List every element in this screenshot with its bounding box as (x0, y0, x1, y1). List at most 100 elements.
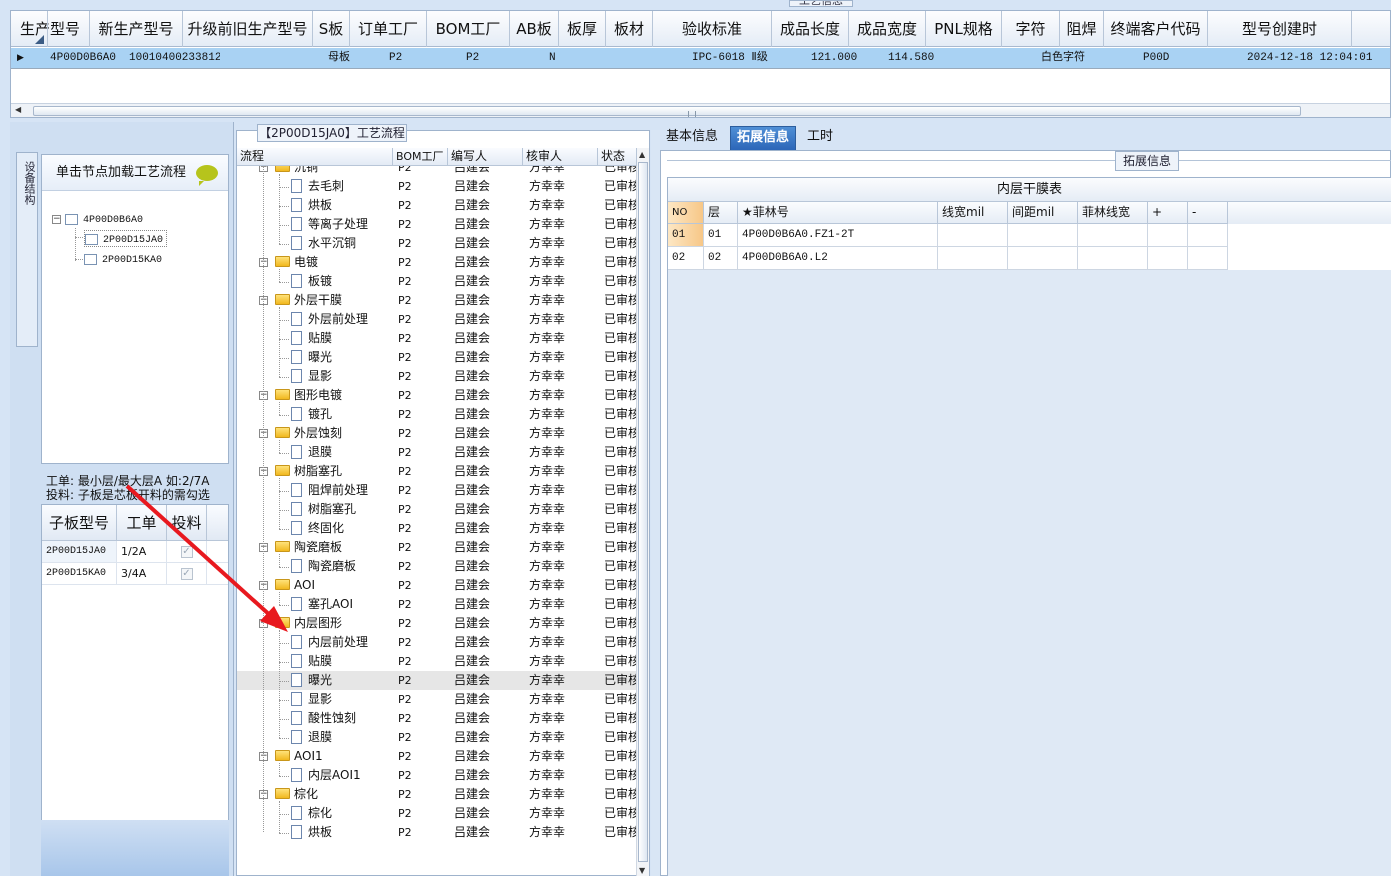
col-status[interactable]: 状态 (598, 148, 637, 165)
inner-col-header[interactable]: 间距mil (1008, 202, 1078, 224)
col-header[interactable]: 型号创建时 (1208, 11, 1352, 47)
process-group-row[interactable]: − 图形电镀 P2 吕建会 方幸幸 已审核 (237, 386, 637, 405)
table-cell[interactable] (1097, 48, 1141, 68)
process-step-row[interactable]: 陶瓷磨板 P2 吕建会 方幸幸 已审核 (237, 557, 637, 576)
inner-cell[interactable]: 4P00D0B6A0.L2 (738, 247, 938, 270)
col-header[interactable]: S板 (313, 11, 350, 47)
inner-cell[interactable] (1008, 247, 1078, 270)
process-step-row[interactable]: 镀孔 P2 吕建会 方幸幸 已审核 (237, 405, 637, 424)
inner-cell[interactable] (938, 247, 1008, 270)
col-header[interactable]: 字符 (1002, 11, 1060, 47)
scrollbar-thumb[interactable] (638, 162, 648, 862)
inner-cell[interactable] (1078, 247, 1148, 270)
col-header[interactable]: 成品宽度 (849, 11, 926, 47)
table-cell[interactable]: 白色字符 (1039, 48, 1097, 68)
col-bom-factory[interactable]: BOM工厂 (393, 148, 448, 165)
process-group-row[interactable]: − 电镀 P2 吕建会 方幸幸 已审核 (237, 253, 637, 272)
process-group-row[interactable]: − 外层蚀刻 P2 吕建会 方幸幸 已审核 (237, 424, 637, 443)
process-group-row[interactable]: − 内层图形 P2 吕建会 方幸幸 已审核 (237, 614, 637, 633)
table-cell[interactable] (643, 48, 690, 68)
scroll-left-icon[interactable]: ◀ (15, 105, 21, 114)
process-step-row[interactable]: 贴膜 P2 吕建会 方幸幸 已审核 (237, 652, 637, 671)
inner-cell[interactable]: 01 (668, 224, 704, 247)
col-header[interactable]: 板材 (606, 11, 653, 47)
process-step-row[interactable]: 酸性蚀刻 P2 吕建会 方幸幸 已审核 (237, 709, 637, 728)
col-header[interactable]: BOM工厂 (427, 11, 510, 47)
col-header[interactable]: 新生产型号 (90, 11, 183, 47)
process-step-row[interactable]: 终固化 P2 吕建会 方幸幸 已审核 (237, 519, 637, 538)
table-cell[interactable] (596, 48, 643, 68)
collapse-icon[interactable]: − (52, 214, 61, 224)
vertical-tab-equipment-structure[interactable]: 设备结构 (16, 152, 38, 347)
table-cell[interactable]: IPC-6018 Ⅱ级 (690, 48, 809, 68)
sub-model-cell[interactable]: 2P00D15JA0 (42, 541, 117, 562)
col-editor[interactable]: 编写人 (448, 148, 523, 165)
col-header[interactable]: PNL规格 (926, 11, 1002, 47)
sub-model-cell[interactable]: 2P00D15KA0 (42, 563, 117, 584)
table-cell[interactable]: 2024-12-18 12:04:01 (1245, 48, 1389, 68)
inner-col-header[interactable]: - (1188, 202, 1228, 224)
process-step-row[interactable]: 曝光 P2 吕建会 方幸幸 已审核 (237, 348, 637, 367)
panel-splitter[interactable] (651, 130, 660, 876)
col-header[interactable]: 板厚 (559, 11, 606, 47)
table-cell[interactable]: P00D (1141, 48, 1245, 68)
process-step-row[interactable]: 烘板 P2 吕建会 方幸幸 已审核 (237, 823, 637, 842)
scroll-up-icon[interactable]: ▲ (639, 150, 645, 159)
table-row[interactable]: ▶ 4P00D0B6A0 10010400233812 母板 P2 P2 N IPC-601… (11, 48, 1390, 69)
table-row[interactable]: 2P00D15KA0 3/4A ✓ (42, 563, 228, 585)
inner-col-header[interactable]: 菲林线宽 (1078, 202, 1148, 224)
inner-cell[interactable]: 01 (704, 224, 738, 247)
table-cell[interactable] (963, 48, 1039, 68)
table-cell[interactable]: P2 (464, 48, 547, 68)
table-row[interactable]: 01 01 4P00D0B6A0.FZ1-2T (668, 224, 1391, 247)
inner-cell[interactable]: 4P00D0B6A0.FZ1-2T (738, 224, 938, 247)
process-step-row[interactable]: 烘板 P2 吕建会 方幸幸 已审核 (237, 196, 637, 215)
grid-corner-icon[interactable] (11, 11, 48, 47)
process-step-row[interactable]: 内层前处理 P2 吕建会 方幸幸 已审核 (237, 633, 637, 652)
table-cell[interactable]: N (547, 48, 596, 68)
inner-cell[interactable] (1008, 224, 1078, 247)
process-tree-rows[interactable]: − 沉铜 P2 吕建会 方幸幸 已审核 去毛刺 P2 吕建会 方幸幸 已审核 烘板 P2 吕建会 方幸幸 已审… (237, 166, 637, 876)
order-cell[interactable]: 3/4A (117, 563, 167, 584)
inner-cell[interactable] (938, 224, 1008, 247)
inner-col-header[interactable]: 层 (704, 202, 738, 224)
table-row[interactable]: 2P00D15JA0 1/2A ✓ (42, 541, 228, 563)
process-group-row[interactable]: − 沉铜 P2 吕建会 方幸幸 已审核 (237, 166, 637, 177)
col-header[interactable]: 成品长度 (772, 11, 849, 47)
vertical-scrollbar[interactable]: ▲ ▼ (636, 148, 649, 876)
process-group-row[interactable]: − 棕化 P2 吕建会 方幸幸 已审核 (237, 785, 637, 804)
col-order[interactable]: 工单 (117, 505, 167, 540)
process-step-row[interactable]: 等离子处理 P2 吕建会 方幸幸 已审核 (237, 215, 637, 234)
process-step-row[interactable]: 显影 P2 吕建会 方幸幸 已审核 (237, 367, 637, 386)
process-group-row[interactable]: − AOI1 P2 吕建会 方幸幸 已审核 (237, 747, 637, 766)
table-cell[interactable]: 4P00D0B6A0 (48, 48, 127, 68)
inner-cell[interactable] (1078, 224, 1148, 247)
checkbox-checked-icon[interactable]: ✓ (180, 568, 193, 580)
col-sub-model[interactable]: 子板型号 (42, 505, 117, 540)
feed-cell[interactable]: ✓ (167, 563, 207, 584)
tab-work-hours[interactable]: 工时 (801, 126, 839, 150)
production-model-grid[interactable]: 生产型号 新生产型号 升级前旧生产型号 S板 订单工厂 BOM工厂 AB板 板厚 板材 验收标准成… (10, 10, 1391, 118)
tree-node-root[interactable]: − 4P00D0B6A0 (52, 211, 143, 228)
inner-cell[interactable]: 02 (668, 247, 704, 270)
chat-bubble-icon[interactable] (196, 165, 218, 186)
table-cell[interactable]: 10010400233812 (127, 48, 220, 68)
tree-node-child-2[interactable]: 2P00D15KA0 (84, 251, 162, 268)
scrollbar-thumb[interactable] (33, 106, 1301, 117)
process-step-row[interactable]: 阻焊前处理 P2 吕建会 方幸幸 已审核 (237, 481, 637, 500)
process-step-row[interactable]: 板镀 P2 吕建会 方幸幸 已审核 (237, 272, 637, 291)
col-reviewer[interactable]: 核审人 (523, 148, 598, 165)
process-step-row[interactable]: 曝光 P2 吕建会 方幸幸 已审核 (237, 671, 637, 690)
inner-cell[interactable] (1148, 224, 1188, 247)
process-step-row[interactable]: 去毛刺 P2 吕建会 方幸幸 已审核 (237, 177, 637, 196)
col-header[interactable]: AB板 (510, 11, 559, 47)
table-cell[interactable]: 母板 (220, 48, 350, 68)
col-header[interactable]: 阻焊 (1060, 11, 1104, 47)
process-group-row[interactable]: − AOI P2 吕建会 方幸幸 已审核 (237, 576, 637, 595)
inner-col-header[interactable]: 线宽mil (938, 202, 1008, 224)
col-header[interactable]: 验收标准 (653, 11, 772, 47)
order-cell[interactable]: 1/2A (117, 541, 167, 562)
col-header[interactable]: 订单工厂 (350, 11, 427, 47)
feed-cell[interactable]: ✓ (167, 541, 207, 562)
process-step-row[interactable]: 显影 P2 吕建会 方幸幸 已审核 (237, 690, 637, 709)
